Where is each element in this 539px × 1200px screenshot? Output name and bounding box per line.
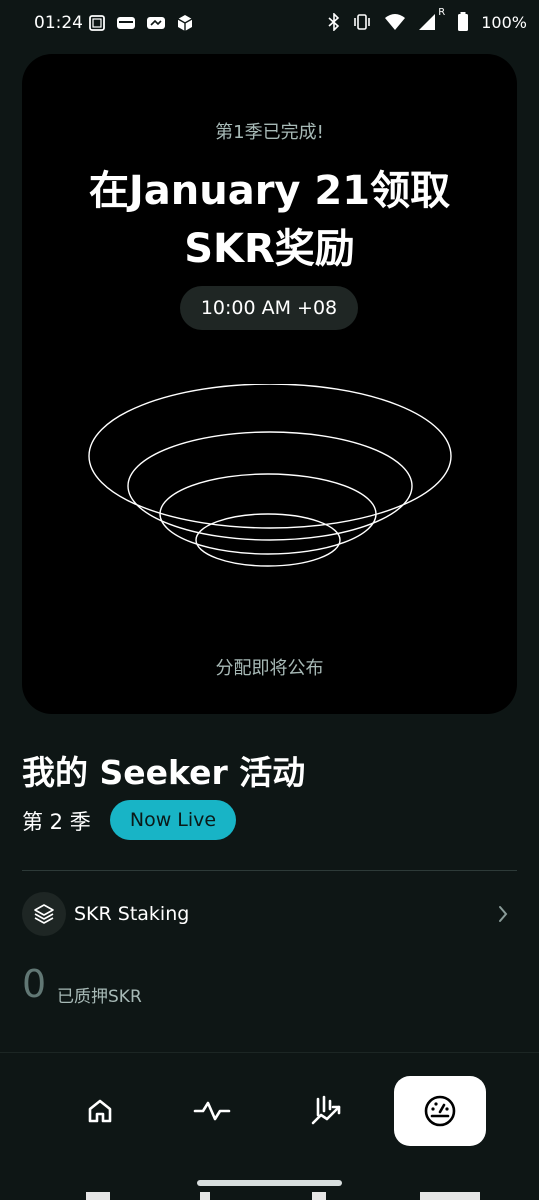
nav-dashboard[interactable] <box>394 1076 486 1146</box>
cutoff-content <box>80 1192 480 1200</box>
staked-amount: 0 <box>22 962 47 1006</box>
status-bar: 01:24 R 100% <box>0 0 539 48</box>
bowl-rings-graphic <box>88 384 452 567</box>
live-badge: Now Live <box>110 800 236 840</box>
nav-activity[interactable] <box>166 1076 258 1146</box>
battery-percent: 100% <box>481 12 527 32</box>
home-indicator[interactable] <box>197 1180 342 1186</box>
nav-trends[interactable] <box>282 1076 374 1146</box>
system-icons: R 100% <box>328 7 527 32</box>
roaming-indicator: R <box>438 7 446 18</box>
home-icon <box>88 1099 112 1123</box>
season-card[interactable]: 第1季已完成! 在January 21领取SKR奖励 10:00 AM +08 … <box>22 54 517 714</box>
section-divider <box>22 870 517 871</box>
nav-divider <box>0 1052 539 1053</box>
nav-home[interactable] <box>54 1076 146 1146</box>
cell-signal-icon <box>419 14 436 30</box>
season-label: 第 2 季 <box>22 810 91 834</box>
season-status: 第1季已完成! <box>215 122 324 143</box>
activity-icon <box>193 1101 231 1121</box>
cube-icon <box>177 15 193 31</box>
wifi-icon <box>385 14 406 30</box>
status-time: 01:24 <box>34 13 83 33</box>
wallet-icon <box>117 17 135 29</box>
trends-icon <box>311 1095 341 1125</box>
battery-icon <box>458 12 469 31</box>
staking-icon-badge <box>22 892 66 936</box>
card-icon <box>147 17 165 29</box>
vibrate-icon <box>354 14 371 30</box>
bluetooth-icon <box>328 13 340 31</box>
claim-title: 在January 21领取SKR奖励 <box>88 168 451 272</box>
bottom-nav <box>0 1062 539 1158</box>
screenshot-icon <box>89 15 105 31</box>
claim-time-pill: 10:00 AM +08 <box>180 286 358 330</box>
distribution-note: 分配即将公布 <box>215 658 324 679</box>
dashboard-icon <box>424 1095 456 1127</box>
staking-label: SKR Staking <box>74 903 190 925</box>
activity-title: 我的 Seeker 活动 <box>22 753 306 792</box>
staked-amount-label: 已质押SKR <box>57 987 142 1007</box>
skr-staking-row[interactable]: SKR Staking <box>22 892 517 936</box>
layers-icon <box>34 904 54 924</box>
notification-icons <box>88 14 194 32</box>
chevron-right-icon <box>499 906 508 922</box>
